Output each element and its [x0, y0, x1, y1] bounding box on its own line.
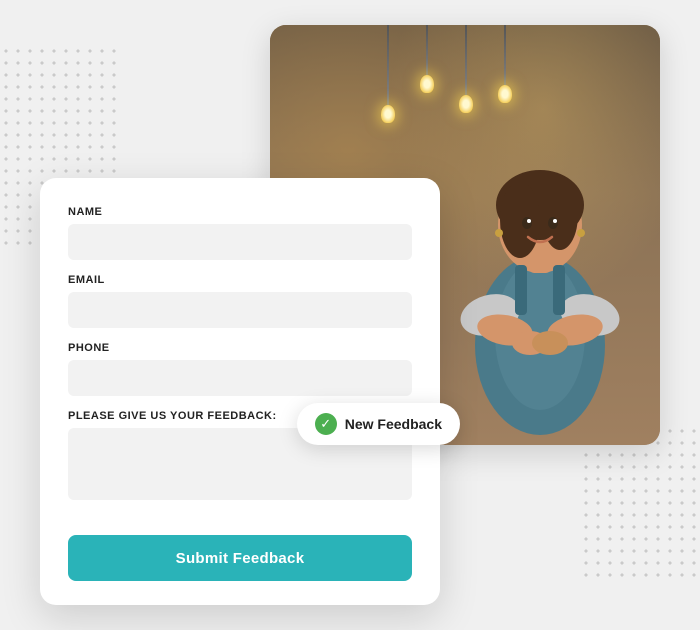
dot-pattern-br — [580, 425, 700, 585]
light-3 — [504, 25, 506, 95]
light-4 — [387, 25, 389, 115]
name-input[interactable] — [68, 224, 412, 260]
scene: NAME EMAIL PHONE PLEASE GIVE US YOUR FEE… — [40, 25, 660, 605]
name-label: NAME — [68, 206, 412, 218]
name-field-group: NAME — [68, 206, 412, 260]
light-2 — [426, 25, 428, 85]
check-icon: ✓ — [315, 413, 337, 435]
email-input[interactable] — [68, 292, 412, 328]
phone-field-group: PHONE — [68, 342, 412, 396]
woman-figure — [430, 95, 650, 445]
notification-text: New Feedback — [345, 416, 442, 432]
phone-label: PHONE — [68, 342, 412, 354]
submit-button[interactable]: Submit Feedback — [68, 535, 412, 581]
email-label: EMAIL — [68, 274, 412, 286]
email-field-group: EMAIL — [68, 274, 412, 328]
light-1 — [465, 25, 467, 105]
form-card: NAME EMAIL PHONE PLEASE GIVE US YOUR FEE… — [40, 178, 440, 605]
notification-badge: ✓ New Feedback — [297, 403, 460, 445]
phone-input[interactable] — [68, 360, 412, 396]
